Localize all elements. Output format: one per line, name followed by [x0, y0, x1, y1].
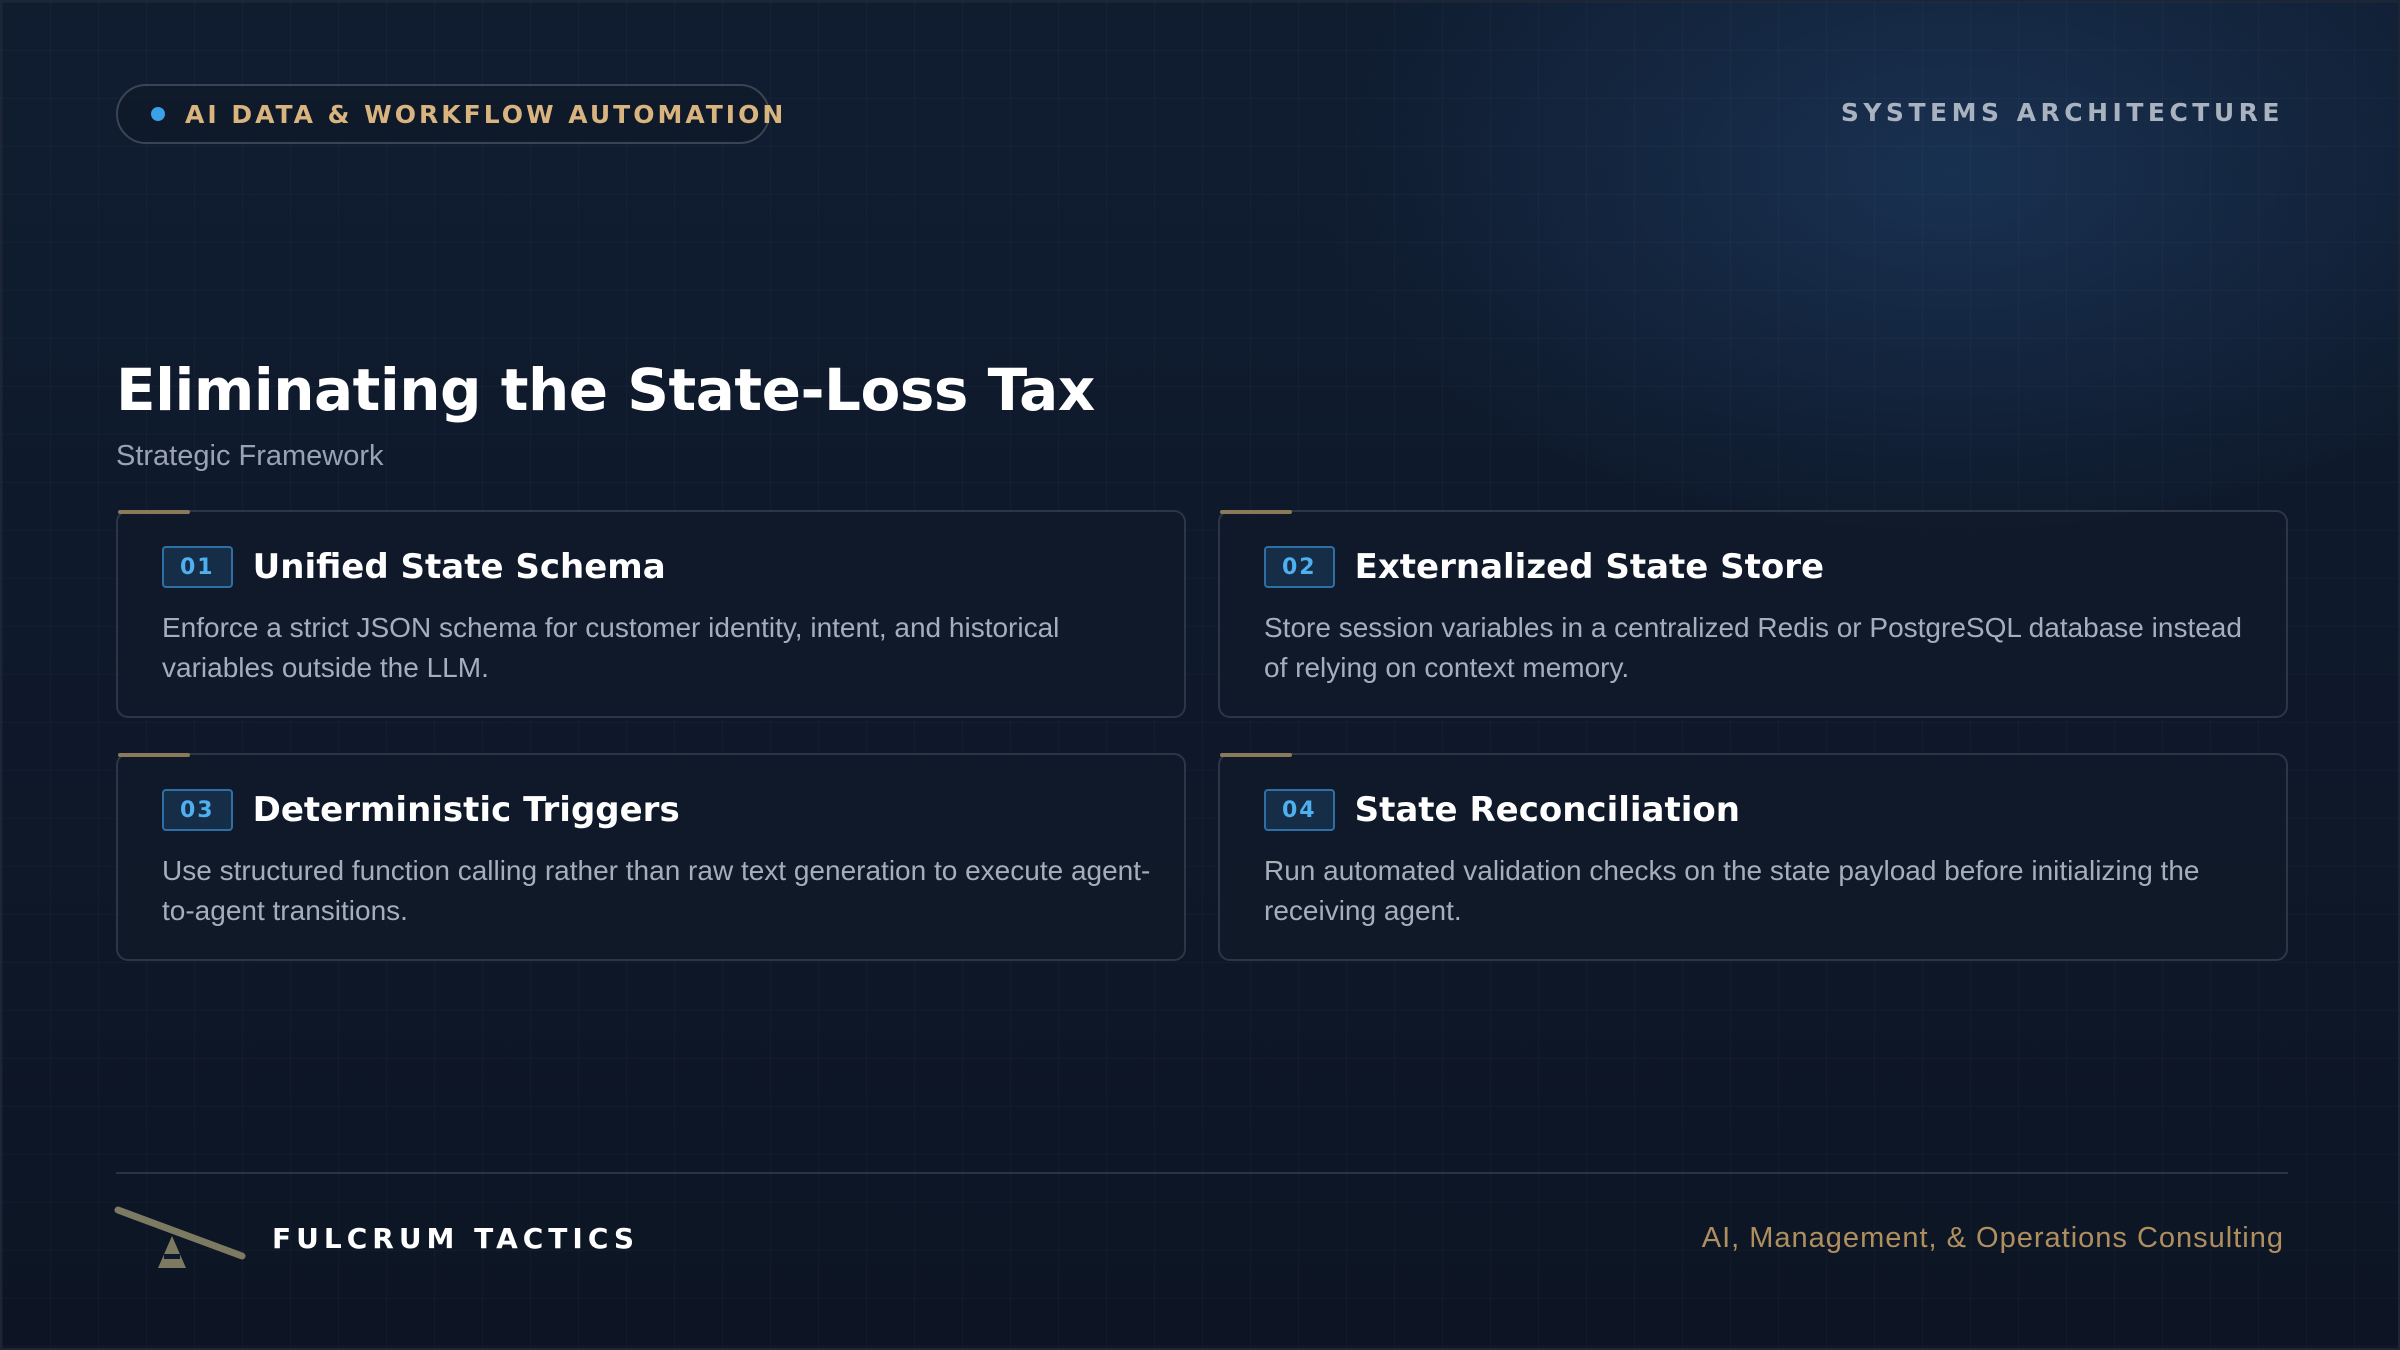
- page-subtitle: Strategic Framework: [116, 440, 384, 472]
- card-number-badge: 04: [1264, 789, 1335, 831]
- card-title: State Reconciliation: [1354, 790, 1740, 830]
- card-number-badge: 02: [1264, 546, 1335, 588]
- framework-card: 02 Externalized State Store Store sessio…: [1218, 510, 2288, 718]
- card-number-badge: 03: [162, 789, 233, 831]
- footer-tagline: AI, Management, & Operations Consulting: [1701, 1222, 2284, 1254]
- card-number-badge: 01: [162, 546, 233, 588]
- card-title: Externalized State Store: [1354, 547, 1825, 587]
- framework-card: 04 State Reconciliation Run automated va…: [1218, 753, 2288, 961]
- page-title: Eliminating the State-Loss Tax: [116, 356, 1095, 424]
- footer-brand-name: FULCRUM TACTICS: [272, 1222, 640, 1255]
- category-tag-label: AI DATA & WORKFLOW AUTOMATION: [185, 99, 787, 129]
- footer-divider: [116, 1172, 2288, 1174]
- card-header: 03 Deterministic Triggers: [162, 789, 680, 831]
- card-description: Use structured function calling rather t…: [162, 855, 1151, 926]
- category-tag: AI DATA & WORKFLOW AUTOMATION: [116, 84, 783, 144]
- card-title: Deterministic Triggers: [252, 790, 680, 830]
- bullet-dot-icon: [151, 107, 165, 121]
- card-description: Store session variables in a centralized…: [1264, 612, 2242, 683]
- framework-card: 03 Deterministic Triggers Use structured…: [116, 753, 1186, 961]
- card-accent-bar: [118, 510, 190, 514]
- card-title: Unified State Schema: [252, 547, 666, 587]
- section-label: SYSTEMS ARCHITECTURE: [1840, 98, 2284, 127]
- card-description: Run automated validation checks on the s…: [1264, 855, 2200, 926]
- card-accent-bar: [118, 753, 190, 757]
- slide: AI DATA & WORKFLOW AUTOMATION SYSTEMS AR…: [0, 0, 2400, 1350]
- framework-card: 01 Unified State Schema Enforce a strict…: [116, 510, 1186, 718]
- card-header: 02 Externalized State Store: [1264, 546, 1824, 588]
- card-header: 01 Unified State Schema: [162, 546, 666, 588]
- card-header: 04 State Reconciliation: [1264, 789, 1740, 831]
- card-description: Enforce a strict JSON schema for custome…: [162, 612, 1060, 683]
- card-accent-bar: [1220, 510, 1292, 514]
- card-accent-bar: [1220, 753, 1292, 757]
- fulcrum-lever-icon: [114, 1206, 246, 1268]
